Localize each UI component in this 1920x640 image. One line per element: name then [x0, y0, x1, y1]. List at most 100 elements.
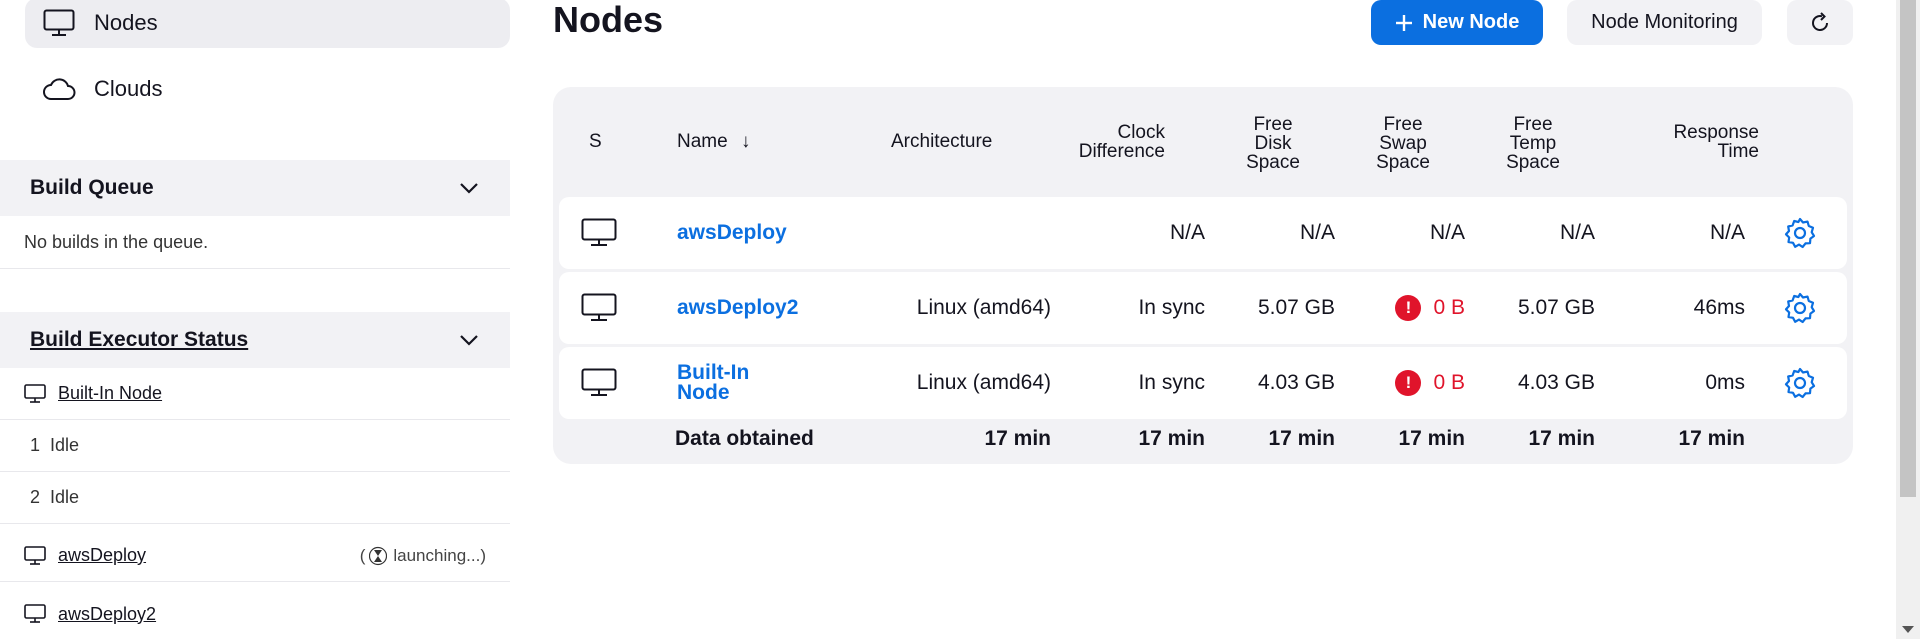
computer-icon: [42, 8, 76, 38]
temp-value: 5.07 GB: [1517, 296, 1595, 319]
executor-row: 2 Idle: [0, 472, 510, 524]
chevron-down-icon[interactable]: [458, 329, 480, 351]
nodes-table: S Name ↓ Architecture Clock Difference F…: [553, 87, 1853, 464]
table-row: awsDeploy2 Linux (amd64) In sync 5.07 GB…: [559, 272, 1847, 344]
computer-icon: [24, 383, 48, 404]
executor-state: Idle: [50, 435, 80, 455]
new-node-label: New Node: [1422, 11, 1520, 33]
executor-node-link[interactable]: awsDeploy: [58, 545, 146, 566]
gear-icon[interactable]: [1783, 272, 1817, 344]
swap-value: ! 0 B: [1339, 347, 1465, 419]
disk-value: N/A: [1299, 221, 1335, 244]
computer-icon: [24, 604, 48, 624]
column-label-line: Clock: [1117, 122, 1165, 143]
clock-value: In sync: [1138, 371, 1205, 394]
column-label-line: Response: [1673, 122, 1759, 143]
error-icon: !: [1395, 295, 1422, 321]
table-row: Built-In Node Linux (amd64) In sync 4.03…: [559, 347, 1847, 419]
disk-value: 4.03 GB: [1257, 371, 1335, 394]
column-label-line: Free: [1253, 114, 1293, 135]
node-link-line: Node: [677, 381, 730, 404]
paren-close: ): [480, 545, 486, 565]
build-queue-header[interactable]: Build Queue: [0, 160, 510, 216]
data-obtained-clock: 17 min: [1138, 427, 1205, 450]
node-link[interactable]: Built-In Node: [677, 362, 749, 404]
column-free-disk[interactable]: Free Disk Space: [1243, 115, 1303, 172]
executor-node-link[interactable]: Built-In Node: [58, 383, 162, 404]
data-obtained-disk: 17 min: [1268, 427, 1335, 450]
response-value: 46ms: [1693, 296, 1745, 319]
column-free-swap[interactable]: Free Swap Space: [1373, 115, 1433, 172]
architecture-value: [859, 197, 1051, 269]
executor-node-row: Built-In Node: [0, 368, 510, 420]
column-status[interactable]: S: [589, 132, 602, 151]
swap-value: N/A: [1429, 221, 1465, 244]
launching-text: launching...: [393, 545, 481, 565]
sort-arrow-icon: ↓: [740, 131, 751, 152]
node-monitoring-label: Node Monitoring: [1591, 11, 1738, 33]
gear-icon[interactable]: [1783, 197, 1817, 269]
temp-value: N/A: [1559, 221, 1595, 244]
executor-status-header[interactable]: Build Executor Status: [0, 312, 510, 368]
swap-value: ! 0 B: [1339, 272, 1465, 344]
refresh-icon: [1809, 11, 1831, 34]
data-obtained-swap: 17 min: [1398, 427, 1465, 450]
column-label-line: Space: [1376, 152, 1430, 173]
hourglass-icon: [369, 546, 388, 566]
sidebar-item-label: Clouds: [94, 76, 163, 101]
build-queue-title: Build Queue: [30, 176, 154, 199]
scroll-down-arrow-icon[interactable]: [1902, 626, 1914, 633]
temp-value: 4.03 GB: [1517, 371, 1595, 394]
node-link[interactable]: awsDeploy: [677, 221, 787, 245]
column-architecture[interactable]: Architecture: [891, 132, 992, 151]
response-value: 0ms: [1705, 371, 1745, 394]
executor-number: 1: [30, 435, 41, 455]
computer-icon: [24, 545, 48, 566]
response-value: N/A: [1709, 221, 1745, 244]
column-response-time[interactable]: Response Time: [1643, 123, 1759, 161]
architecture-value: Linux (amd64): [916, 371, 1051, 394]
new-node-button[interactable]: New Node: [1371, 0, 1543, 45]
column-label-line: Temp: [1509, 133, 1557, 154]
sidebar-item-nodes[interactable]: Nodes: [25, 0, 510, 48]
computer-icon: [581, 347, 617, 419]
cloud-icon: [42, 74, 76, 104]
swap-value-text: 0 B: [1433, 371, 1465, 394]
page-title: Nodes: [553, 0, 664, 40]
swap-value-text: 0 B: [1433, 296, 1465, 319]
launching-status: ( launching... ): [360, 546, 486, 566]
gear-icon[interactable]: [1783, 347, 1817, 419]
executor-node-row: awsDeploy2: [0, 588, 510, 640]
node-link[interactable]: awsDeploy2: [677, 296, 798, 320]
column-label-line: Difference: [1078, 141, 1165, 162]
disk-value: 5.07 GB: [1257, 296, 1335, 319]
data-obtained-label: Data obtained: [675, 427, 814, 450]
column-free-temp[interactable]: Free Temp Space: [1503, 115, 1563, 172]
scrollbar-thumb[interactable]: [1900, 0, 1916, 497]
column-label-line: Free: [1383, 114, 1423, 135]
refresh-button[interactable]: [1787, 0, 1853, 45]
executor-node-link[interactable]: awsDeploy2: [58, 604, 156, 625]
architecture-value: Linux (amd64): [916, 296, 1051, 319]
paren-open: (: [359, 545, 366, 565]
executor-status-title[interactable]: Build Executor Status: [30, 328, 248, 352]
sidebar-item-clouds[interactable]: Clouds: [25, 64, 510, 114]
column-label-line: Space: [1246, 152, 1300, 173]
sidebar: Nodes Clouds Build Queue No builds in th…: [0, 0, 510, 639]
node-monitoring-button[interactable]: Node Monitoring: [1567, 0, 1762, 45]
column-label-line: Disk: [1254, 133, 1292, 154]
data-obtained-architecture: 17 min: [984, 427, 1051, 450]
executor-number: 2: [30, 487, 41, 507]
sidebar-item-label: Nodes: [94, 10, 158, 35]
page-scrollbar[interactable]: [1896, 0, 1920, 639]
computer-icon: [581, 272, 617, 344]
divider: [0, 268, 510, 269]
table-row: awsDeploy N/A N/A N/A N/A N/A: [559, 197, 1847, 269]
executor-state: Idle: [50, 487, 80, 507]
column-name[interactable]: Name ↓: [677, 132, 750, 151]
clock-value: In sync: [1138, 296, 1205, 319]
chevron-down-icon[interactable]: [458, 177, 480, 199]
column-label-line: Free: [1513, 114, 1553, 135]
column-clock-difference[interactable]: Clock Difference: [1033, 123, 1165, 161]
clock-value: N/A: [1169, 221, 1205, 244]
